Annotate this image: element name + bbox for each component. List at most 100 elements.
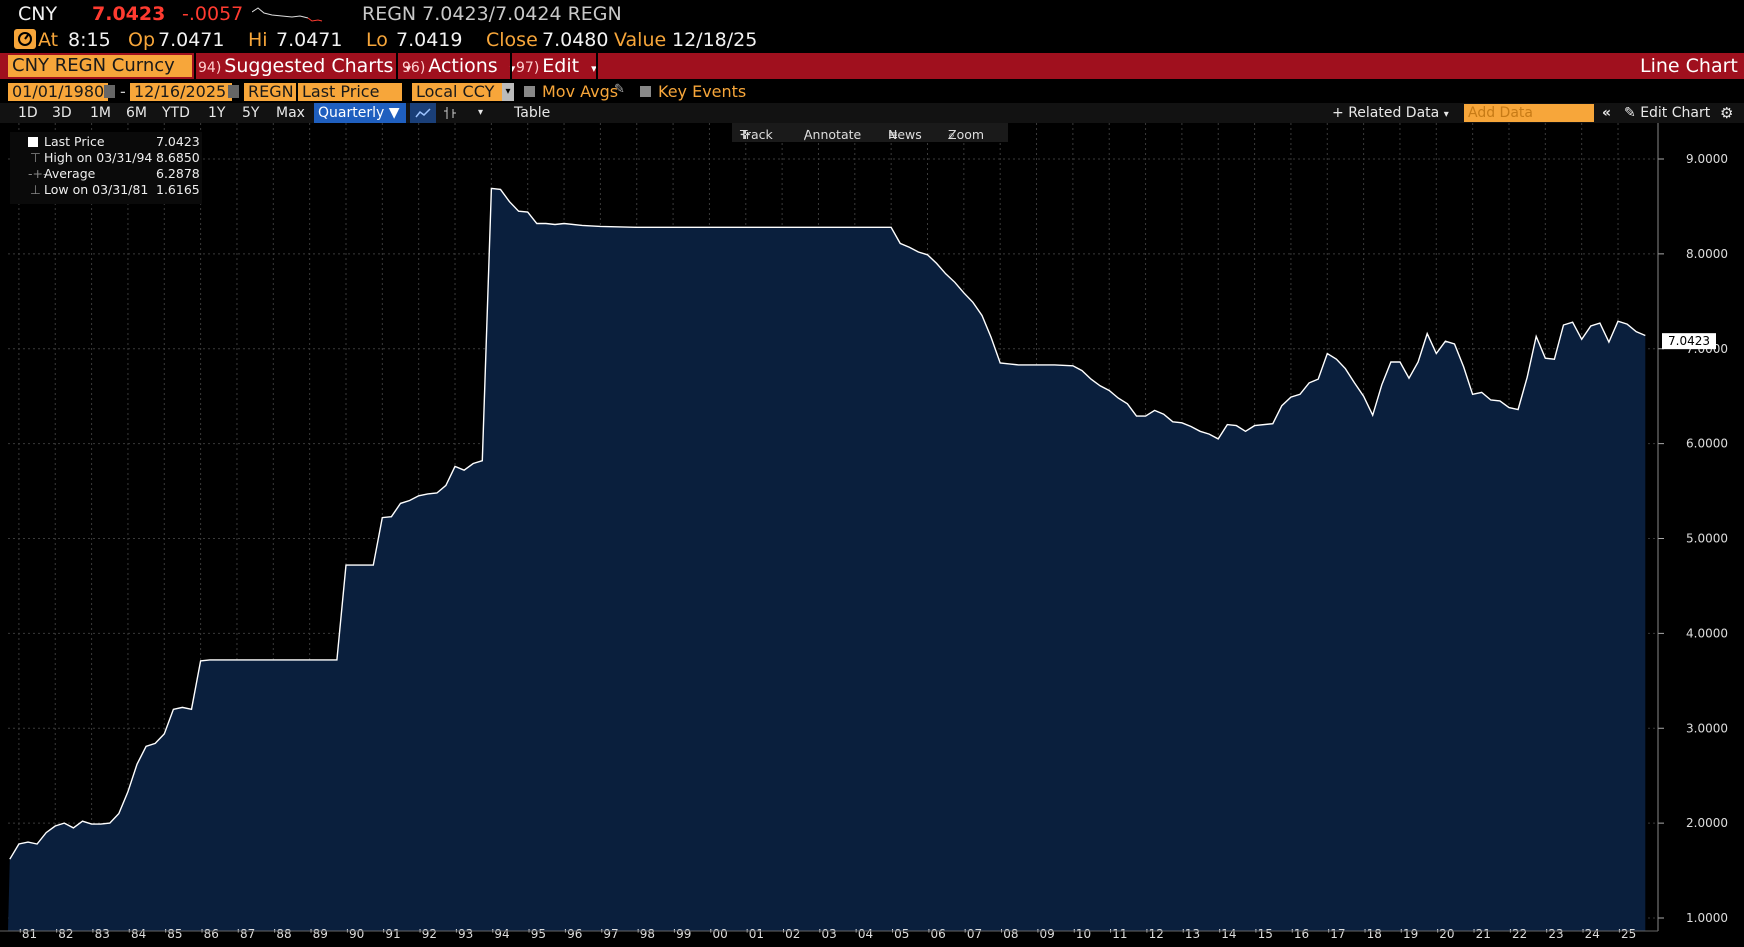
quote-header: CNY 7.0423 -.0057 REGN 7.0423/7.0424 REG… [0,0,1744,26]
menu-divider [396,53,398,79]
x-tick-label: '12 [1145,927,1164,941]
last-price-tag-label: 7.0423 [1668,334,1710,348]
related-data-button[interactable]: + Related Data ▾ [1332,103,1449,123]
news-label: News [888,127,922,142]
x-tick-label: '20 [1436,927,1455,941]
price-chart[interactable]: 1.00002.00003.00004.00005.00006.00007.00… [0,123,1744,947]
bar-chart-icon[interactable] [440,103,460,123]
timeframe-1d[interactable]: 1D [18,103,38,123]
x-tick-label: '93 [455,927,474,941]
line-chart-icon[interactable] [410,103,436,123]
chart-type-label: Line Chart [1640,55,1738,77]
edit-num: 97) [516,60,540,76]
add-data-placeholder: Add Data [1468,105,1533,121]
chevron-down-icon[interactable]: ▾ [502,83,514,101]
suggested-charts-menu[interactable]: 94) Suggested Charts ▾ [198,53,411,79]
x-tick-label: '90 [346,927,365,941]
x-tick-label: '95 [527,927,546,941]
lo-value: 7.0419 [396,29,463,51]
value-date: 12/18/25 [672,29,758,51]
x-tick-label: '99 [673,927,692,941]
legend-value: 1.6165 [156,182,200,197]
end-date-field[interactable]: 12/16/2025 [130,83,232,101]
calendar-icon[interactable] [104,85,115,98]
x-tick-label: '05 [891,927,910,941]
timeframe-1m[interactable]: 1M [90,103,111,123]
chevron-down-icon[interactable]: ▾ [478,103,483,123]
legend-swatch-icon [28,137,38,147]
x-tick-label: '10 [1073,927,1092,941]
hi-label: Hi [248,29,268,51]
close-label: Close [486,29,538,51]
pencil-icon[interactable]: ✎ [614,82,625,97]
currency-selector[interactable]: Local CCY [412,83,512,101]
timeframe-6m[interactable]: 6M [126,103,147,123]
legend-label: Average [44,166,96,181]
security-field[interactable]: CNY REGN Curncy [8,55,192,77]
mov-avgs-checkbox[interactable] [524,86,535,97]
table-button[interactable]: Table [514,103,550,123]
gear-icon[interactable]: ⚙ [1720,103,1733,123]
timeframe-ytd[interactable]: YTD [162,103,190,123]
x-tick-label: '09 [1036,927,1055,941]
at-label: At [38,29,59,51]
x-tick-label: '94 [491,927,510,941]
op-value: 7.0471 [158,29,225,51]
source-field[interactable]: REGN [244,83,296,101]
x-tick-label: '17 [1327,927,1346,941]
high-marker-icon: ⊤ [30,150,41,165]
x-tick-label: '92 [418,927,437,941]
collapse-icon[interactable]: « [1602,103,1611,123]
x-tick-label: '02 [782,927,801,941]
legend-value: 6.2878 [156,166,200,181]
menu-divider [596,53,598,79]
start-date-field[interactable]: 01/01/1980 [8,83,108,101]
y-tick-label: 2.0000 [1686,816,1728,830]
x-tick-label: '08 [1000,927,1019,941]
x-tick-label: '16 [1291,927,1310,941]
edit-menu[interactable]: 97) Edit ▾ [516,53,597,79]
x-tick-label: '81 [19,927,38,941]
legend-high: ⊤ High on 03/31/94 8.6850 [10,150,202,166]
chevron-down-icon: ▼ [388,105,400,121]
x-tick-label: '22 [1509,927,1528,941]
timeframe-3d[interactable]: 3D [52,103,72,123]
legend-last-price: Last Price 7.0423 [10,134,202,150]
chart-tools: ✛ Track ∕ Annotate ≡ News ⌕ Zoom [732,123,1008,142]
price-change: -.0057 [182,3,244,25]
date-range-dash: - [120,82,126,101]
y-tick-label: 6.0000 [1686,437,1728,451]
menu-divider [510,53,512,79]
legend-low: ⊥ Low on 03/31/81 1.6165 [10,182,202,198]
calendar-icon[interactable] [228,85,239,98]
key-events-label[interactable]: Key Events [658,82,746,101]
x-tick-label: '88 [273,927,292,941]
last-price-tag: 7.0423 [1662,333,1716,350]
key-events-checkbox[interactable] [640,86,651,97]
timeframe-1y[interactable]: 1Y [208,103,225,123]
actions-menu[interactable]: 96) Actions ▾ [402,53,515,79]
periodicity-selector[interactable]: Quarterly ▼ [314,103,406,123]
alert-icon[interactable] [14,29,36,49]
x-tick-label: '87 [237,927,256,941]
edit-label: Edit [542,55,580,77]
x-tick-label: '85 [164,927,183,941]
timeframe-max[interactable]: Max [276,103,305,123]
x-axis: '81 '82 '83 '84 '85 '86 '87 '88 '89 '90 '91 '92 '93 '… [0,927,1658,941]
actions-num: 96) [402,60,426,76]
x-tick-label: '83 [91,927,110,941]
last-price: 7.0423 [92,3,166,25]
mov-avgs-label[interactable]: Mov Avgs [542,82,618,101]
actions-label: Actions [428,55,498,77]
x-tick-label: '03 [818,927,837,941]
edit-chart-button[interactable]: ✎ Edit Chart [1624,103,1710,123]
x-tick-label: '04 [855,927,874,941]
field-selector[interactable]: Last Price [298,83,402,101]
hi-value: 7.0471 [276,29,343,51]
related-data-label: Related Data [1348,105,1440,121]
legend-label: High on 03/31/94 [44,150,153,165]
add-data-input[interactable]: Add Data [1464,104,1594,122]
y-tick-label: 5.0000 [1686,532,1728,546]
timeframe-5y[interactable]: 5Y [242,103,259,123]
x-tick-label: '00 [709,927,728,941]
